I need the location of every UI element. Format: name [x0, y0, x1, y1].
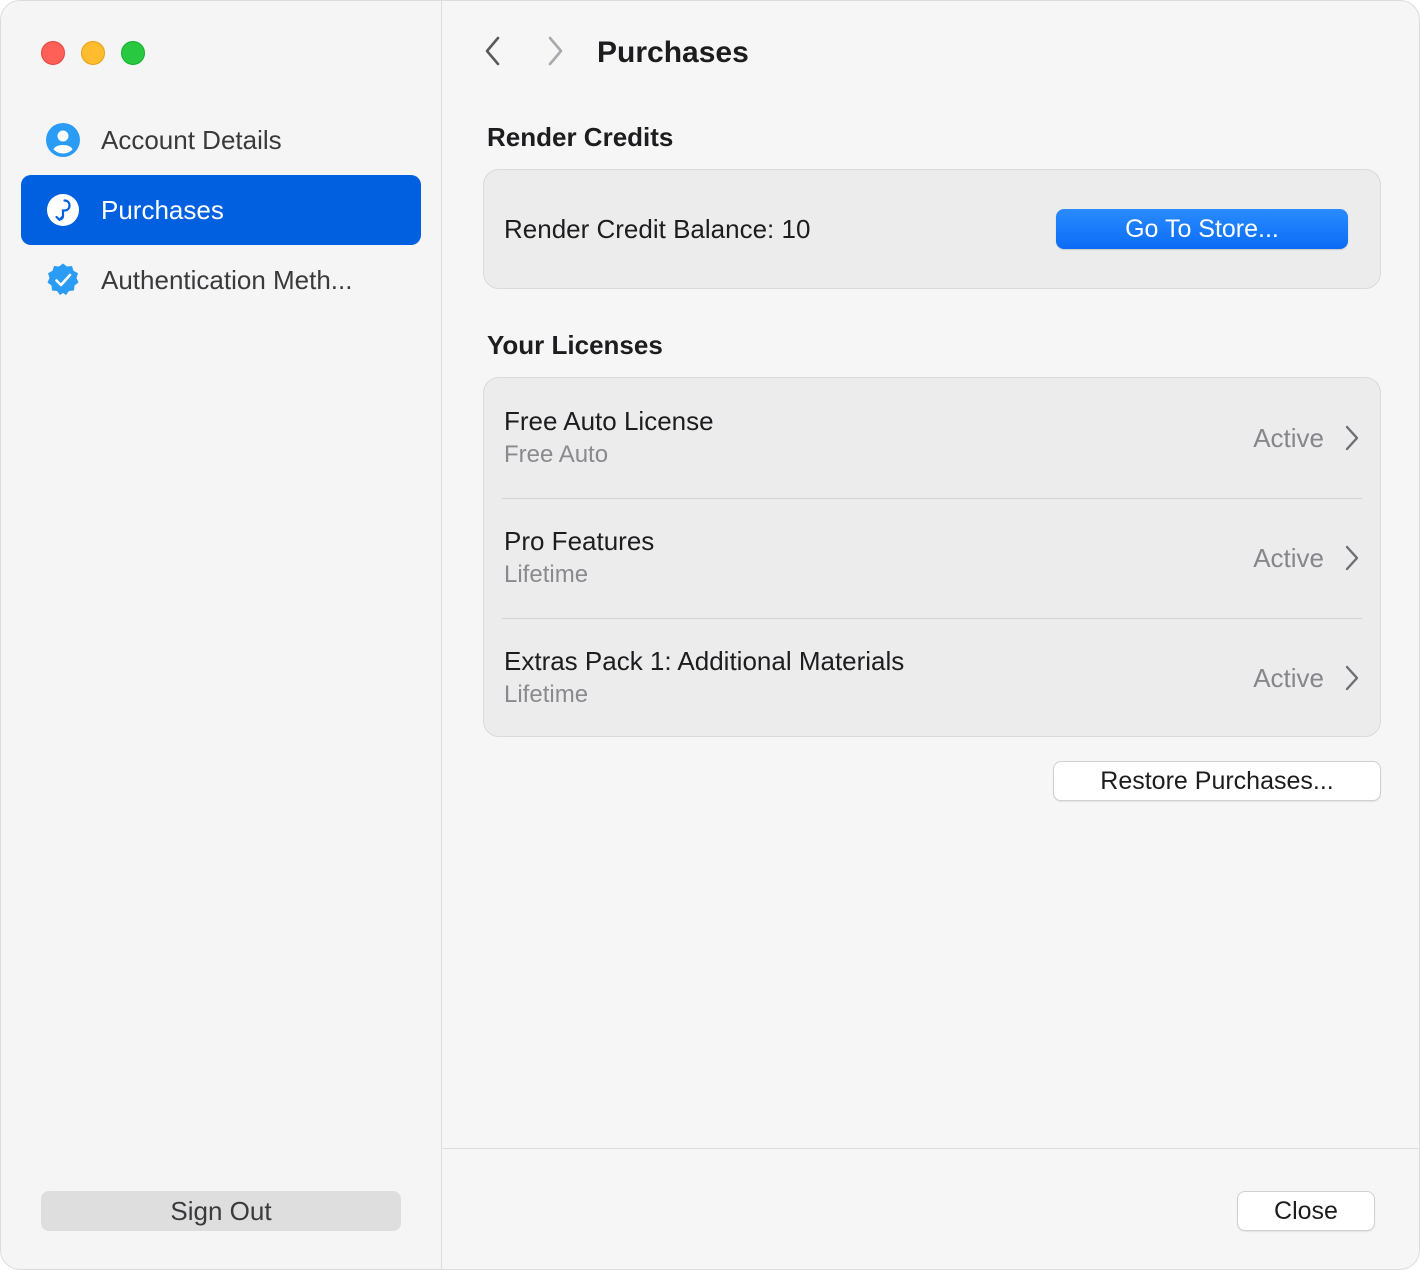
- footer-divider: [443, 1148, 1419, 1149]
- sidebar-nav: Account Details Purchases Authentication…: [21, 105, 421, 315]
- license-status: Active: [1253, 422, 1324, 453]
- page-title: Purchases: [597, 36, 749, 69]
- checkmark-seal-icon: [45, 262, 81, 298]
- license-text: Extras Pack 1: Additional Materials Life…: [504, 644, 904, 712]
- zoom-window-button[interactable]: [121, 41, 145, 65]
- license-status: Active: [1253, 662, 1324, 693]
- chevron-right-icon: [545, 35, 565, 72]
- render-credits-title: Render Credits: [487, 122, 674, 152]
- sidebar: Account Details Purchases Authentication…: [1, 1, 442, 1269]
- license-name: Extras Pack 1: Additional Materials: [504, 646, 905, 676]
- close-button[interactable]: Close: [1237, 1191, 1375, 1231]
- license-text: Free Auto License Free Auto: [504, 404, 714, 472]
- back-button[interactable]: [473, 29, 513, 77]
- sidebar-item-authentication-methods[interactable]: Authentication Meth...: [21, 245, 421, 315]
- forward-button[interactable]: [535, 29, 575, 77]
- license-text: Pro Features Lifetime: [504, 524, 654, 592]
- sidebar-item-label: Authentication Meth...: [101, 264, 353, 295]
- license-row-free-auto[interactable]: Free Auto License Free Auto Active: [484, 378, 1380, 498]
- license-name: Free Auto License: [504, 406, 714, 436]
- credit-balance-row: Render Credit Balance: 10 Go To Store...: [484, 170, 1380, 288]
- sidebar-item-account-details[interactable]: Account Details: [21, 105, 421, 175]
- person-circle-icon: [45, 122, 81, 158]
- purchases-icon: [45, 192, 81, 228]
- chevron-right-icon: [1342, 544, 1362, 572]
- chevron-left-icon: [483, 35, 503, 72]
- your-licenses-title: Your Licenses: [487, 330, 663, 360]
- chevron-right-icon: [1342, 664, 1362, 692]
- license-status: Active: [1253, 542, 1324, 573]
- license-type: Lifetime: [504, 681, 589, 708]
- sidebar-item-purchases[interactable]: Purchases: [21, 175, 421, 245]
- window-controls: [41, 41, 145, 65]
- main-content: Purchases Render Credits Render Credit B…: [443, 1, 1419, 1269]
- chevron-right-icon: [1342, 424, 1362, 452]
- sidebar-item-label: Purchases: [101, 194, 224, 225]
- restore-purchases-button[interactable]: Restore Purchases...: [1053, 761, 1381, 801]
- go-to-store-button[interactable]: Go To Store...: [1056, 209, 1348, 249]
- credit-balance-label: Render Credit Balance: 10: [504, 213, 811, 244]
- minimize-window-button[interactable]: [81, 41, 105, 65]
- license-status-group: Active: [1253, 663, 1362, 694]
- sign-out-button[interactable]: Sign Out: [41, 1191, 401, 1231]
- license-row-pro-features[interactable]: Pro Features Lifetime Active: [484, 498, 1380, 618]
- license-type: Lifetime: [504, 561, 589, 588]
- sidebar-item-label: Account Details: [101, 124, 282, 155]
- preferences-window: Account Details Purchases Authentication…: [0, 0, 1420, 1270]
- render-credits-card: Render Credit Balance: 10 Go To Store...: [483, 169, 1381, 289]
- license-status-group: Active: [1253, 543, 1362, 574]
- toolbar: Purchases: [473, 29, 749, 77]
- license-type: Free Auto: [504, 441, 609, 468]
- license-status-group: Active: [1253, 423, 1362, 454]
- license-name: Pro Features: [504, 526, 655, 556]
- license-row-extras-pack[interactable]: Extras Pack 1: Additional Materials Life…: [484, 618, 1380, 738]
- licenses-card: Free Auto License Free Auto Active Pro F…: [483, 377, 1381, 737]
- close-window-button[interactable]: [41, 41, 65, 65]
